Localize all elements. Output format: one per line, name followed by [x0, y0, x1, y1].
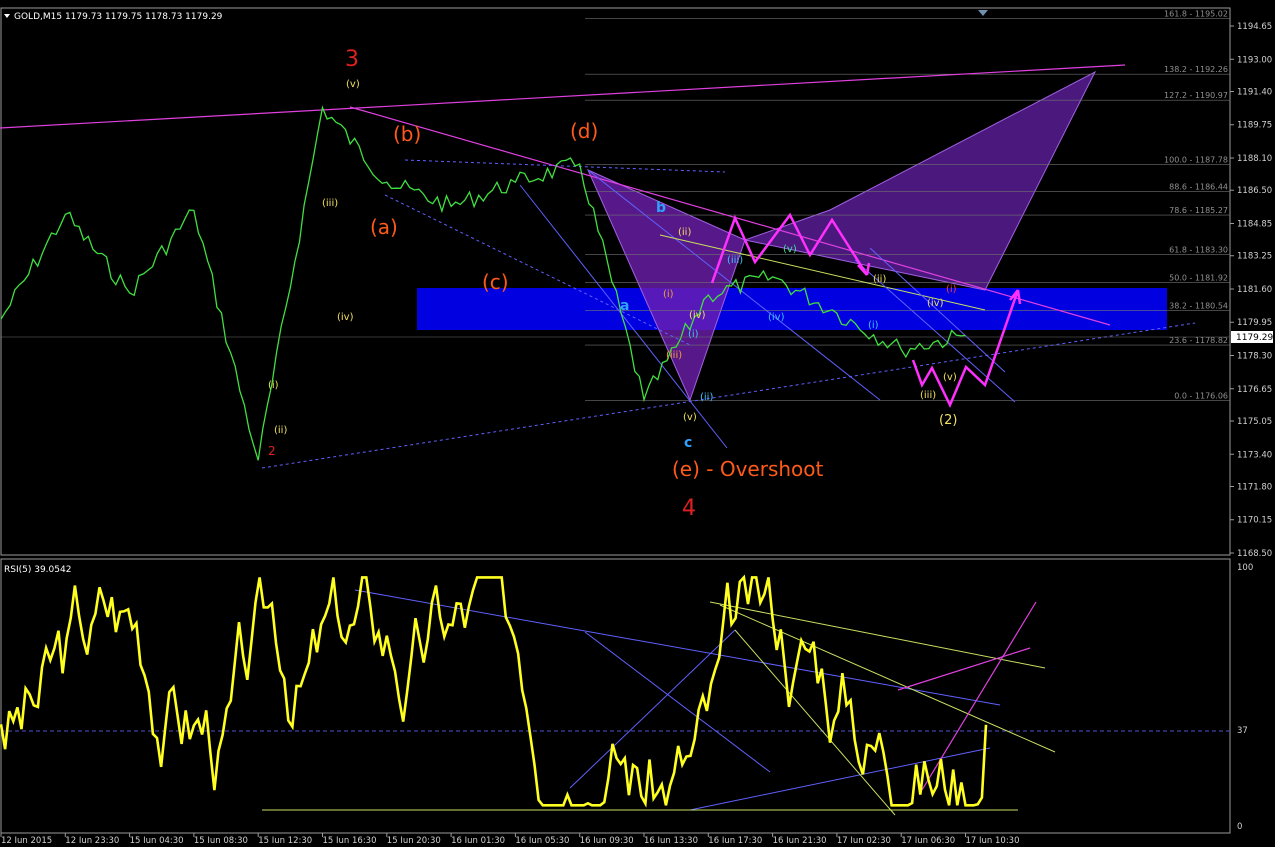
symbol-info: GOLD,M15 1179.73 1179.75 1178.73 1179.29: [14, 12, 223, 22]
wave-label-2: 2: [268, 444, 276, 458]
wave-label-v-low: (v): [683, 412, 697, 423]
price-axis-label: 1170.15: [1237, 516, 1272, 526]
fib-label: 50.0 - 1181.92: [1169, 274, 1228, 283]
time-axis-label: 15 Jun 12:30: [258, 836, 312, 843]
time-axis: 12 Jun 2015 12 Jun 23:30 15 Jun 04:30 15 Ju…: [0, 833, 1020, 846]
price-axis-label: 1171.80: [1237, 482, 1272, 492]
price-axis-label: 1189.75: [1237, 121, 1272, 131]
wave-label-iii-cyan: (iii): [727, 255, 743, 266]
price-axis-label: 1184.85: [1237, 219, 1272, 229]
fib-label: 138.2 - 1192.26: [1164, 65, 1228, 74]
current-price-label: 1179.29: [1236, 333, 1273, 343]
time-axis-label: 12 Jun 2015: [1, 836, 52, 843]
wave-label-iv-h: (iv): [927, 298, 944, 309]
price-axis-label: 1183.25: [1237, 252, 1272, 262]
wave-label-ii-g: (ii): [873, 274, 886, 285]
fib-label: 23.6 - 1178.82: [1169, 336, 1228, 345]
time-axis-label: 17 Jun 06:30: [901, 836, 955, 843]
time-axis-label: 16 Jun 01:30: [451, 836, 505, 843]
price-axis-label: 1168.50: [1237, 549, 1272, 559]
wave-label-ii-e: (ii): [700, 392, 713, 403]
wave-label-e-overshoot: (e) - Overshoot: [672, 457, 824, 481]
price-panel-frame: [0, 7, 1231, 556]
fib-label: 0.0 - 1176.06: [1174, 392, 1228, 401]
time-axis-label: 16 Jun 09:30: [580, 836, 634, 843]
chart-canvas[interactable]: GOLD,M15 1179.73 1179.75 1178.73 1179.29…: [0, 0, 1275, 846]
price-axis-label: 1193.00: [1237, 55, 1272, 65]
wave-label-c-cyan: c: [684, 435, 692, 451]
price-axis-label: 1175.05: [1237, 417, 1272, 427]
wave-label-i-g: (i): [868, 320, 879, 331]
wave-label-v-top: (v): [346, 79, 360, 90]
time-axis-label: 16 Jun 13:30: [644, 836, 698, 843]
time-axis-label: 16 Jun 21:30: [773, 836, 827, 843]
wave-label-iv-f: (iv): [768, 312, 785, 323]
time-axis-label: 15 Jun 20:30: [387, 836, 441, 843]
time-axis-label: 16 Jun 05:30: [515, 836, 569, 843]
wave-label-ii: (ii): [274, 425, 287, 436]
rsi-panel-frame: [0, 558, 1231, 834]
price-axis: 1194.65 1193.00 1191.40 1189.75 1188.10 1186.…: [1230, 22, 1272, 559]
price-axis-label: 1179.95: [1237, 318, 1272, 328]
rsi-axis: 100 37 0: [1237, 563, 1253, 832]
wave-label-a-cyan: a: [620, 298, 629, 314]
rsi-header: RSI(5) 39.0542: [4, 565, 71, 575]
wave-label-iv: (iv): [337, 312, 354, 323]
time-axis-label: 15 Jun 16:30: [323, 836, 377, 843]
rsi-axis-label: 37: [1237, 726, 1248, 736]
wave-label-i-cyan: (i): [688, 329, 699, 340]
fib-label: 161.8 - 1195.02: [1164, 10, 1228, 19]
fib-label: 88.6 - 1186.44: [1169, 182, 1228, 191]
wave-label-iv-d: (iv): [689, 310, 706, 321]
wave-label-iii-h: (iii): [920, 390, 936, 401]
time-axis-label: 17 Jun 10:30: [966, 836, 1020, 843]
price-axis-label: 1188.10: [1237, 154, 1272, 164]
price-axis-label: 1178.30: [1237, 352, 1272, 362]
wave-label-i-h: (i): [946, 284, 957, 295]
fib-label: 127.2 - 1190.97: [1164, 91, 1228, 100]
wave-label-ii-d: (ii): [678, 227, 691, 238]
price-axis-label: 1173.40: [1237, 450, 1272, 460]
wave-label-b-cyan: b: [656, 200, 666, 216]
rsi-axis-label: 0: [1237, 822, 1242, 832]
wave-label-c-paren: (c): [482, 270, 509, 294]
wave-label-d-paren: (d): [570, 119, 598, 143]
wave-label-iii-d: (iii): [666, 350, 682, 361]
fib-label: 61.8 - 1183.30: [1169, 246, 1228, 255]
time-axis-label: 15 Jun 08:30: [194, 836, 248, 843]
price-axis-label: 1181.60: [1237, 285, 1272, 295]
wave-label-4: 4: [682, 496, 696, 521]
time-axis-label: 17 Jun 02:30: [837, 836, 891, 843]
fib-label: 78.6 - 1185.27: [1169, 206, 1228, 215]
price-axis-label: 1194.65: [1237, 22, 1272, 32]
wave-label-v-h: (v): [943, 372, 957, 383]
price-axis-label: 1176.65: [1237, 385, 1272, 395]
time-axis-label: 16 Jun 17:30: [708, 836, 762, 843]
wave-label-b-paren: (b): [393, 122, 421, 146]
time-axis-label: 15 Jun 04:30: [130, 836, 184, 843]
wave-label-i: (i): [268, 380, 279, 391]
fib-label: 100.0 - 1187.78: [1164, 155, 1228, 164]
wave-label-v-cyan: (v): [783, 244, 797, 255]
wave-label-a-paren: (a): [370, 215, 398, 239]
wave-label-2-paren: (2): [939, 413, 957, 428]
time-axis-label: 12 Jun 23:30: [65, 836, 119, 843]
price-axis-label: 1191.40: [1237, 87, 1272, 97]
wave-label-iii: (iii): [322, 198, 338, 209]
wave-label-i-d: (i): [663, 289, 674, 300]
wave-label-3: 3: [345, 47, 359, 72]
fib-label: 38.2 - 1180.54: [1169, 301, 1228, 310]
trading-chart-window[interactable]: GOLD,M15 1179.73 1179.75 1178.73 1179.29…: [0, 0, 1275, 846]
price-axis-label: 1186.50: [1237, 186, 1272, 196]
rsi-axis-label: 100: [1237, 563, 1253, 573]
